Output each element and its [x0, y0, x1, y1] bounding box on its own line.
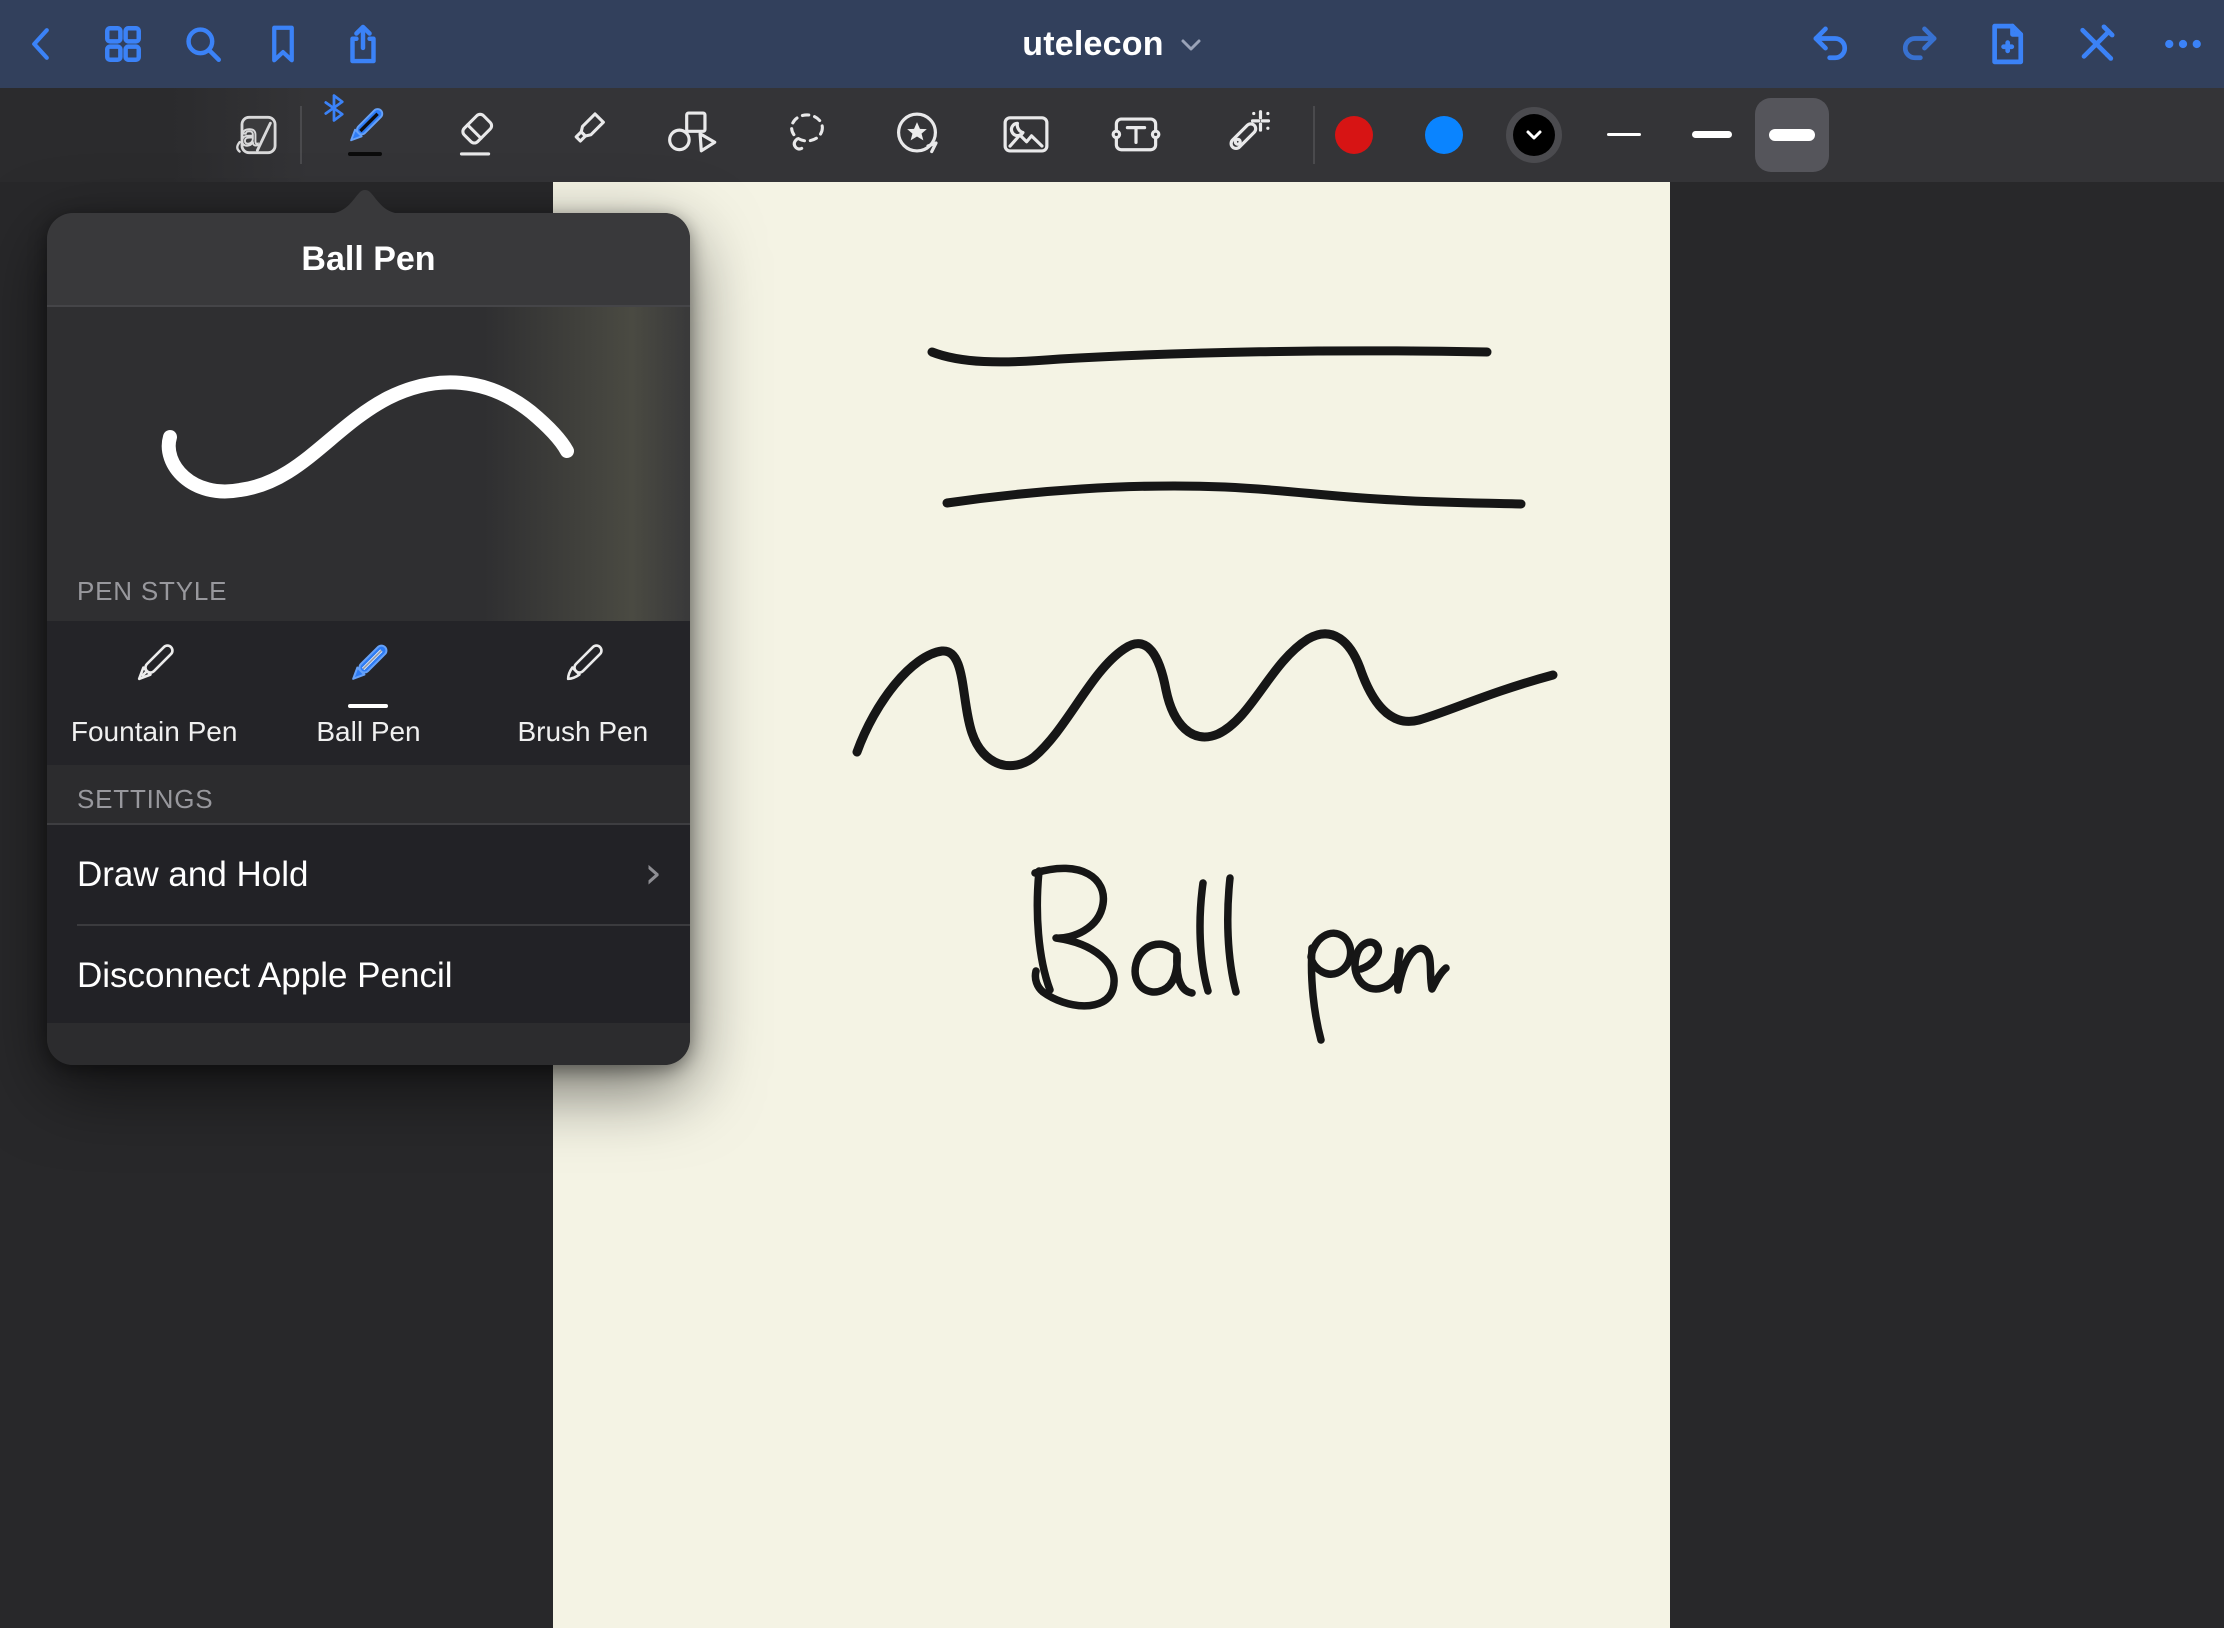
- shapes-tool[interactable]: [664, 88, 724, 182]
- fountain-pen-label: Fountain Pen: [71, 716, 238, 748]
- draw-and-hold-row[interactable]: Draw and Hold ›: [47, 825, 690, 924]
- goodnotes-app: utelecon: [0, 0, 2224, 1628]
- stroke-preview-wave: [47, 307, 690, 621]
- navbar-right-group: [1808, 0, 2206, 88]
- pen-style-row: Fountain Pen Ball Pen: [47, 621, 690, 765]
- laser-pointer-tool[interactable]: [1219, 88, 1275, 182]
- draw-and-hold-label: Draw and Hold: [77, 855, 309, 895]
- edit-mode-tool[interactable]: a: [227, 88, 283, 182]
- svg-text:a: a: [241, 118, 259, 153]
- redo-button[interactable]: [1896, 21, 1942, 67]
- pen-style-fountain[interactable]: Fountain Pen: [47, 621, 261, 765]
- brush-pen-icon: [551, 638, 615, 710]
- search-button[interactable]: [180, 21, 226, 67]
- popover-title: Ball Pen: [301, 240, 435, 279]
- back-button[interactable]: [20, 21, 66, 67]
- black-swatch-inner: [1513, 114, 1555, 156]
- eraser-tool[interactable]: [450, 88, 506, 182]
- settings-section-label: SETTINGS: [77, 784, 213, 815]
- ball-pen-label: Ball Pen: [316, 716, 420, 748]
- popover-arrow: [325, 188, 405, 214]
- fountain-pen-icon: [122, 638, 186, 710]
- thickness-thin-option[interactable]: [1607, 133, 1641, 136]
- stroke-line-1: [932, 351, 1487, 362]
- color-swatch-blue[interactable]: [1425, 116, 1463, 154]
- handwriting-ball-pen: [1035, 868, 1446, 1040]
- stylus-toggle-button[interactable]: [2072, 21, 2118, 67]
- image-tool[interactable]: [998, 88, 1054, 182]
- color-swatch-red[interactable]: [1335, 116, 1373, 154]
- swatch-chevron-down-icon: [1524, 128, 1544, 142]
- toolbar-separator: [300, 106, 302, 164]
- undo-button[interactable]: [1808, 21, 1854, 67]
- bookmark-button[interactable]: [260, 21, 306, 67]
- stroke-preview-area: PEN STYLE: [47, 307, 690, 621]
- elements-tool[interactable]: [889, 88, 945, 182]
- bluetooth-icon: [323, 94, 345, 122]
- tools-toolbar: a: [0, 88, 2224, 182]
- lasso-tool[interactable]: [779, 88, 835, 182]
- settings-section-header: SETTINGS: [47, 765, 690, 823]
- ink-strokes: [553, 182, 1670, 1628]
- note-page[interactable]: [553, 182, 1670, 1628]
- navbar-left-group: [20, 0, 386, 88]
- pen-style-section-label: PEN STYLE: [77, 576, 227, 607]
- stroke-line-2: [947, 486, 1521, 504]
- title-chevron-down-icon[interactable]: [1180, 37, 1202, 58]
- more-menu-button[interactable]: [2160, 21, 2206, 67]
- brush-pen-label: Brush Pen: [517, 716, 648, 748]
- highlighter-tool[interactable]: [559, 88, 615, 182]
- share-button[interactable]: [340, 21, 386, 67]
- pen-current-color-underline: [348, 152, 382, 156]
- thumbnails-grid-button[interactable]: [100, 21, 146, 67]
- document-title[interactable]: utelecon: [1022, 25, 1163, 64]
- popover-header: Ball Pen: [47, 213, 690, 307]
- text-tool[interactable]: [1108, 88, 1164, 182]
- popover-footer: [47, 1023, 690, 1065]
- pen-tool[interactable]: [333, 88, 397, 182]
- disconnect-apple-pencil-label: Disconnect Apple Pencil: [77, 956, 453, 996]
- stroke-wave: [857, 634, 1553, 766]
- top-navbar: utelecon: [0, 0, 2224, 88]
- pen-settings-popover: Ball Pen PEN STYLE Foun: [47, 213, 690, 1065]
- toolbar-separator: [1313, 106, 1315, 164]
- thickness-thick-option-selected[interactable]: [1755, 98, 1829, 172]
- chevron-right-icon: ›: [644, 847, 662, 898]
- settings-rows: Draw and Hold › Disconnect Apple Pencil: [47, 823, 690, 1023]
- ball-pen-icon: [336, 638, 400, 710]
- pen-style-ball-selected[interactable]: Ball Pen: [261, 621, 475, 765]
- add-page-button[interactable]: [1984, 21, 2030, 67]
- thickness-thick-bar: [1769, 129, 1815, 141]
- disconnect-apple-pencil-row[interactable]: Disconnect Apple Pencil: [77, 924, 690, 1025]
- ball-pen-selected-underline: [348, 704, 388, 708]
- pen-style-brush[interactable]: Brush Pen: [476, 621, 690, 765]
- thickness-medium-option[interactable]: [1692, 131, 1732, 138]
- color-swatch-black-selected[interactable]: [1506, 107, 1562, 163]
